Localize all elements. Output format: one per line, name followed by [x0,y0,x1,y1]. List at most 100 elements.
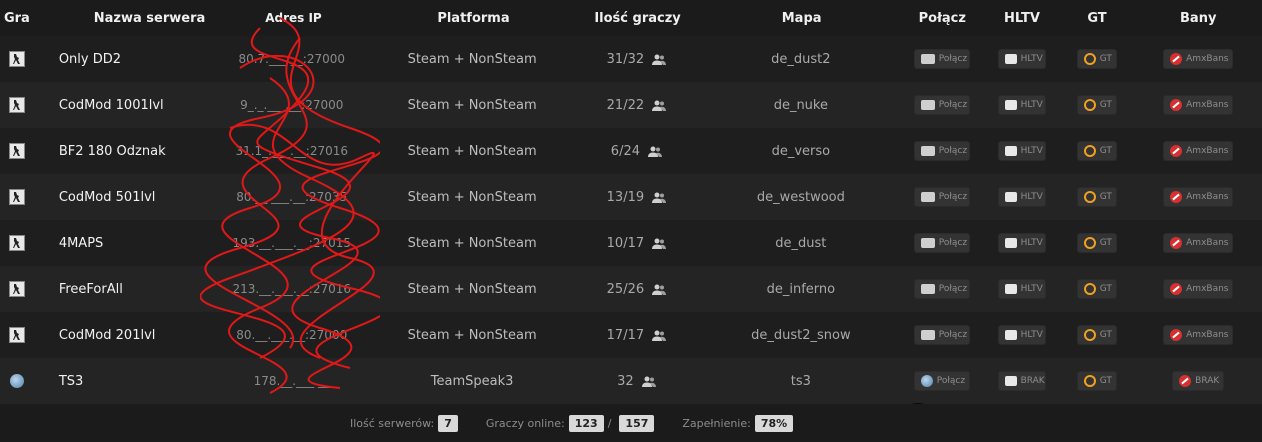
connect-cell: Połącz [899,233,984,253]
players-count: 17/17 [606,327,645,343]
users-icon [652,284,667,295]
bans-label: AmxBans [1186,146,1229,156]
players-count: 6/24 [610,143,640,159]
hltv-button[interactable]: HLTV [997,187,1046,207]
bans-button[interactable]: AmxBans [1163,233,1234,253]
server-ip: 80.__.___.__:27000 [236,328,348,342]
gametracker-icon [1083,191,1096,203]
hltv-label: HLTV [1020,330,1043,340]
hltv-cell: HLTV [984,325,1059,345]
server-platform: TeamSpeak3 [430,373,514,389]
hltv-button[interactable]: BRAK [997,371,1046,391]
connect-button[interactable]: Połącz [913,279,970,299]
hltv-button[interactable]: HLTV [997,95,1046,115]
server-ip: 80.__.___.__:27035 [236,190,348,204]
hltv-button[interactable]: HLTV [997,233,1046,253]
hltv-button[interactable]: HLTV [997,279,1046,299]
connect-label: Połącz [938,100,968,110]
gametracker-button[interactable]: GT [1076,49,1117,69]
hltv-icon [1004,54,1017,64]
connect-button[interactable]: Połącz [913,233,970,253]
bans-cell: AmxBans [1134,95,1262,115]
server-name[interactable]: 4MAPS [34,236,210,251]
bans-label: AmxBans [1186,238,1229,248]
bans-button[interactable]: AmxBans [1163,141,1234,161]
connect-button[interactable]: Połącz [913,95,970,115]
connect-cell: Połącz [899,325,984,345]
bans-label: BRAK [1195,376,1220,386]
gt-label: GT [1099,54,1112,64]
server-map: de_inferno [766,281,836,297]
col-bany-header: Bany [1180,10,1217,26]
bans-button[interactable]: BRAK [1172,371,1225,391]
game-cell [0,327,34,343]
connect-icon [920,238,935,248]
connect-button[interactable]: Połącz [913,49,970,69]
hltv-label: HLTV [1020,54,1043,64]
bans-button[interactable]: AmxBans [1163,279,1234,299]
gametracker-icon [1083,237,1096,249]
col-hltv-header: HLTV [1003,10,1040,26]
gt-cell: GT [1059,279,1134,299]
connect-label: Połącz [938,238,968,248]
server-ip: 80.7.___.__:27000 [238,52,346,66]
server-map: ts3 [790,373,811,389]
server-platform: Steam + NonSteam [407,327,537,343]
server-platform: Steam + NonSteam [407,143,537,159]
hltv-button[interactable]: HLTV [997,325,1046,345]
connect-button[interactable]: Połącz [913,141,970,161]
server-row: CodMod 501lvl 80.__.___.__:27035 Steam +… [0,174,1262,220]
gt-label: GT [1099,146,1112,156]
stats-footer: Ilość serwerów: 7 Graczy online: 123 / 1… [0,404,1262,442]
server-ip: 31.1_.___.__:27016 [235,144,349,158]
gametracker-icon [1083,99,1096,111]
server-row: CodMod 1001lvl 9_._.___.__:27000 Steam +… [0,82,1262,128]
online-max: 157 [619,414,655,432]
connect-button[interactable]: Połącz [913,325,970,345]
server-name[interactable]: BF2 180 Odznak [34,144,210,159]
gametracker-button[interactable]: GT [1076,187,1117,207]
server-name[interactable]: CodMod 501lvl [34,190,210,205]
hltv-label: HLTV [1020,284,1043,294]
gametracker-button[interactable]: GT [1076,141,1117,161]
col-gt-header: GT [1087,10,1107,26]
game-cell [0,281,34,297]
bans-button[interactable]: AmxBans [1163,325,1234,345]
hltv-cell: HLTV [984,49,1059,69]
bans-button[interactable]: AmxBans [1163,49,1234,69]
col-map-header: Mapa [781,10,822,26]
players-count: 31/32 [606,51,645,67]
server-name[interactable]: TS3 [34,374,210,389]
gametracker-button[interactable]: GT [1076,325,1117,345]
server-name[interactable]: FreeForAll [34,282,210,297]
gametracker-button[interactable]: GT [1076,95,1117,115]
server-table: Gra Nazwa serwera Adres IP Platforma Ilo… [0,0,1262,404]
hltv-cell: HLTV [984,141,1059,161]
col-players-header: Ilość graczy [594,10,681,26]
gametracker-button[interactable]: GT [1076,233,1117,253]
gt-label: GT [1099,284,1112,294]
bans-button[interactable]: AmxBans [1163,187,1234,207]
gametracker-button[interactable]: GT [1076,371,1117,391]
hltv-button[interactable]: HLTV [997,141,1046,161]
server-platform: Steam + NonSteam [407,189,537,205]
server-ip: 9_._.___.__:27000 [240,98,344,112]
hltv-button[interactable]: HLTV [997,49,1046,69]
server-name[interactable]: CodMod 201lvl [34,328,210,343]
ts3-icon [9,374,24,388]
gametracker-button[interactable]: GT [1076,279,1117,299]
server-name[interactable]: CodMod 1001lvl [34,98,210,113]
online-label: Graczy online: [485,416,565,430]
game-cell [0,235,34,251]
ban-icon [1170,237,1183,249]
bans-button[interactable]: AmxBans [1163,95,1234,115]
servers-count-value: 7 [438,414,458,432]
players-count: 25/26 [606,281,645,297]
ban-icon [1170,99,1183,111]
gt-cell: GT [1059,371,1134,391]
ts3-icon [920,375,933,387]
players-cell: 17/17 [571,328,703,343]
connect-button[interactable]: Połącz [913,187,970,207]
server-name[interactable]: Only DD2 [34,52,210,67]
connect-button[interactable]: Połącz [913,371,970,391]
